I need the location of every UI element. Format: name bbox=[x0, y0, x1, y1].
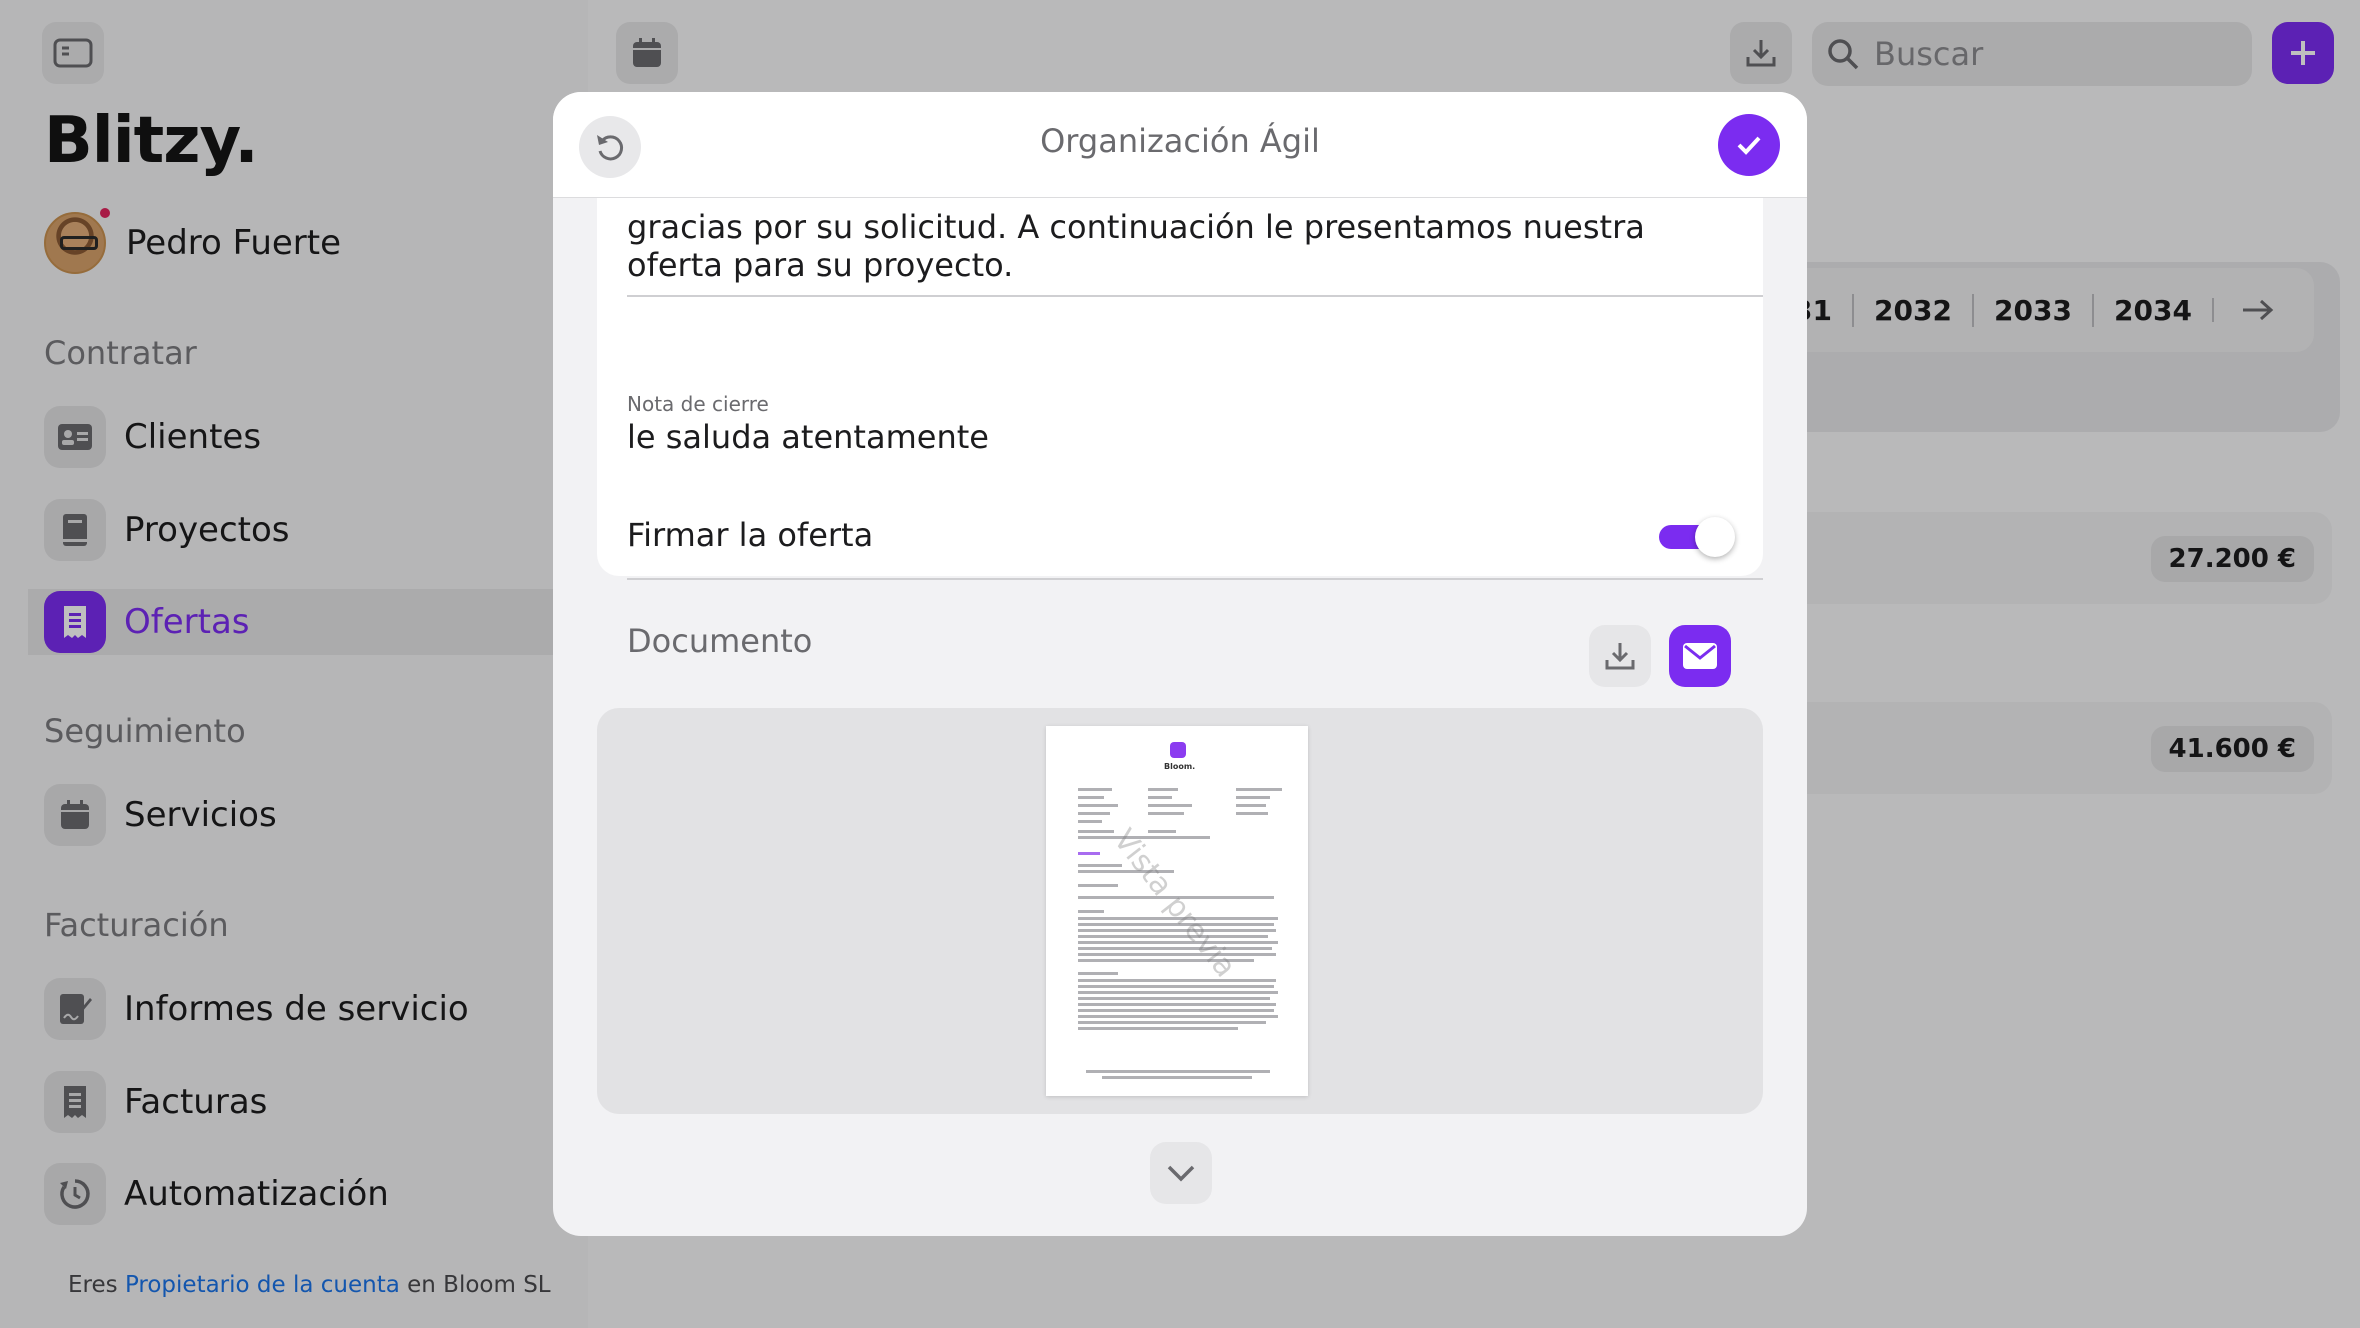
document-download-button[interactable] bbox=[1589, 625, 1651, 687]
intro-text-field[interactable]: gracias por su solicitud. A continuación… bbox=[627, 208, 1747, 284]
send-email-button[interactable] bbox=[1669, 625, 1731, 687]
confirm-button[interactable] bbox=[1718, 114, 1780, 176]
offer-modal: Organización Ágil gracias por su solicit… bbox=[553, 92, 1807, 1236]
chevron-down-icon bbox=[1167, 1165, 1195, 1182]
sign-offer-label: Firmar la oferta bbox=[627, 516, 874, 554]
closing-note-field[interactable]: le saluda atentamente bbox=[627, 418, 989, 456]
divider bbox=[627, 295, 1763, 297]
document-title: Documento bbox=[627, 622, 813, 660]
company-logo-icon bbox=[1170, 742, 1186, 758]
modal-title: Organización Ágil bbox=[1040, 122, 1320, 160]
scroll-down-button[interactable] bbox=[1150, 1142, 1212, 1204]
company-logo-text: Bloom. bbox=[1164, 762, 1196, 771]
envelope-icon bbox=[1683, 643, 1717, 669]
divider bbox=[627, 578, 1763, 580]
sign-offer-toggle[interactable] bbox=[1659, 515, 1735, 557]
toggle-thumb bbox=[1695, 517, 1735, 557]
document-preview[interactable]: Bloom. Vista previa bbox=[597, 708, 1763, 1114]
modal-header: Organización Ágil bbox=[553, 92, 1807, 198]
checkmark-icon bbox=[1737, 136, 1761, 155]
download-icon bbox=[1605, 643, 1635, 670]
closing-note-label: Nota de cierre bbox=[627, 392, 769, 416]
document-page-thumbnail: Bloom. Vista previa bbox=[1046, 726, 1308, 1096]
